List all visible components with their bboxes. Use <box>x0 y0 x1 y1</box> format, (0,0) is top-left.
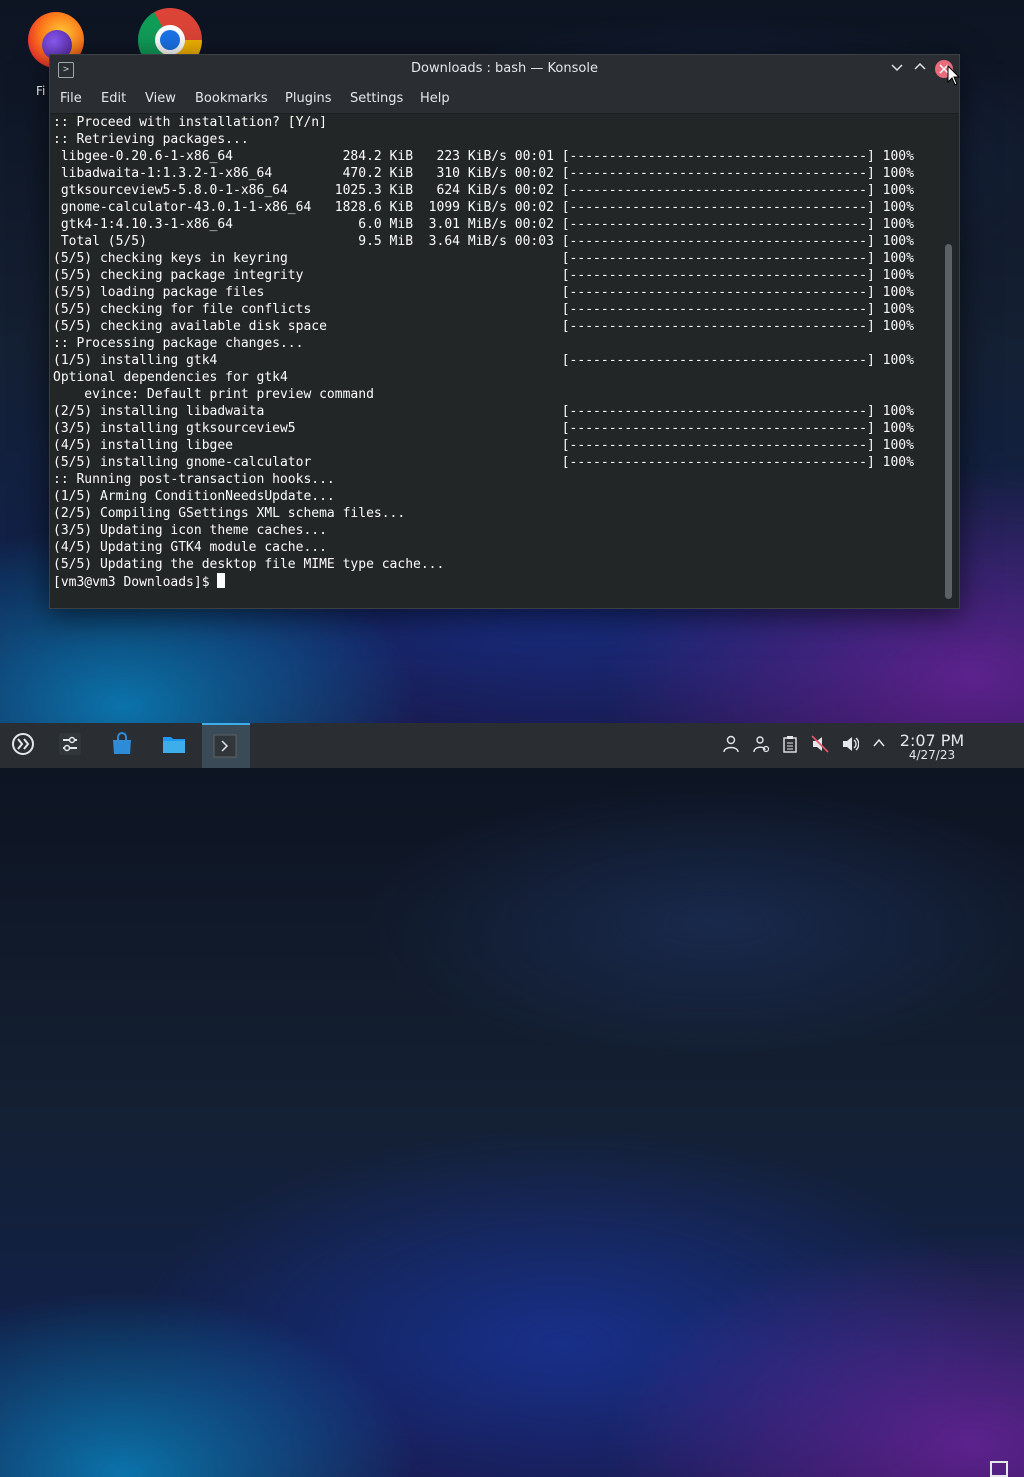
taskbar-konsole[interactable] <box>202 723 250 768</box>
clock-date[interactable]: 4/27/23 <box>896 748 968 762</box>
muted-microphone-icon[interactable] <box>810 735 830 755</box>
volume-icon[interactable] <box>840 735 860 755</box>
terminal-cursor <box>217 573 226 588</box>
chevron-up-icon[interactable] <box>869 735 889 755</box>
user-icon[interactable] <box>721 735 741 755</box>
taskbar-file-manager[interactable] <box>151 723 197 768</box>
taskbar <box>0 723 1024 1477</box>
terminal-line: (5/5) checking keys in keyring [--------… <box>53 251 914 266</box>
menu-edit[interactable]: Edit <box>101 85 126 113</box>
show-desktop-button[interactable] <box>990 1461 1008 1477</box>
terminal-line: gtk4-1:4.10.3-1-x86_64 6.0 MiB 3.01 MiB/… <box>53 217 914 232</box>
terminal-line: (1/5) installing gtk4 [-----------------… <box>53 353 914 368</box>
terminal-line: (5/5) checking for file conflicts [-----… <box>53 302 914 317</box>
terminal-line: (5/5) checking package integrity [------… <box>53 268 914 283</box>
terminal-line: :: Proceed with installation? [Y/n] <box>53 115 327 130</box>
shopping-bag-icon <box>113 732 131 754</box>
menu-file[interactable]: File <box>60 85 82 113</box>
taskbar-system-settings[interactable] <box>47 723 93 768</box>
terminal-output[interactable]: :: Proceed with installation? [Y/n] :: R… <box>50 114 939 607</box>
terminal-line: (5/5) loading package files [-----------… <box>53 285 914 300</box>
terminal-line: libgee-0.20.6-1-x86_64 284.2 KiB 223 KiB… <box>53 149 914 164</box>
terminal-prompt-line[interactable]: [vm3@vm3 Downloads]$ <box>50 573 939 590</box>
terminal-line: (3/5) Updating icon theme caches... <box>53 523 327 538</box>
maximize-button[interactable] <box>910 60 930 80</box>
menu-view[interactable]: View <box>145 85 176 113</box>
user-switch-icon[interactable] <box>751 735 771 755</box>
terminal-line: Optional dependencies for gtk4 <box>53 370 288 385</box>
chevron-up-icon <box>914 62 926 70</box>
terminal-line: (1/5) Arming ConditionNeedsUpdate... <box>53 489 335 504</box>
terminal-line: gnome-calculator-43.0.1-1-x86_64 1828.6 … <box>53 200 914 215</box>
terminal-line: (2/5) installing libadwaita [-----------… <box>53 404 914 419</box>
terminal-line: (5/5) installing gnome-calculator [-----… <box>53 455 914 470</box>
settings-sliders-icon <box>59 733 81 755</box>
menu-help[interactable]: Help <box>420 85 450 113</box>
kde-launcher-icon <box>12 733 34 755</box>
terminal-line: (4/5) Updating GTK4 module cache... <box>53 540 327 555</box>
window-titlebar[interactable]: > Downloads : bash — Konsole <box>50 55 959 85</box>
terminal-icon <box>213 734 237 758</box>
application-launcher[interactable] <box>0 723 46 768</box>
terminal-line: Total (5/5) 9.5 MiB 3.64 MiB/s 00:03 [--… <box>53 234 914 249</box>
folder-icon <box>163 737 185 753</box>
terminal-line: libadwaita-1:1.3.2-1-x86_64 470.2 KiB 31… <box>53 166 914 181</box>
taskbar-discover[interactable] <box>99 723 145 768</box>
terminal-line: evince: Default print preview command <box>53 387 374 402</box>
scrollbar-thumb[interactable] <box>945 244 952 599</box>
mouse-cursor-icon <box>947 65 961 86</box>
terminal-line: :: Retrieving packages... <box>53 132 249 147</box>
terminal-line: (3/5) installing gtksourceview5 [-------… <box>53 421 914 436</box>
window-title: Downloads : bash — Konsole <box>411 61 598 76</box>
menu-settings[interactable]: Settings <box>350 85 403 113</box>
menu-bookmarks[interactable]: Bookmarks <box>195 85 268 113</box>
terminal-line: (5/5) checking available disk space [---… <box>53 319 914 334</box>
clipboard-icon[interactable] <box>780 735 800 755</box>
terminal-line: (4/5) installing libgee [---------------… <box>53 438 914 453</box>
minimize-button[interactable] <box>887 60 907 80</box>
menu-plugins[interactable]: Plugins <box>285 85 332 113</box>
terminal-line: (5/5) Updating the desktop file MIME typ… <box>53 557 445 572</box>
terminal-line: gtksourceview5-5.8.0-1-x86_64 1025.3 KiB… <box>53 183 914 198</box>
terminal-scrollbar[interactable] <box>940 114 958 607</box>
terminal-prompt: [vm3@vm3 Downloads]$ <box>53 575 218 590</box>
menubar: File Edit View Bookmarks Plugins Setting… <box>50 85 959 114</box>
terminal-line: (2/5) Compiling GSettings XML schema fil… <box>53 506 406 521</box>
konsole-window: > Downloads : bash — Konsole File Edit V… <box>49 54 960 609</box>
terminal-line: :: Running post-transaction hooks... <box>53 472 335 487</box>
chevron-down-icon <box>891 64 903 72</box>
terminal-line: :: Processing package changes... <box>53 336 304 351</box>
